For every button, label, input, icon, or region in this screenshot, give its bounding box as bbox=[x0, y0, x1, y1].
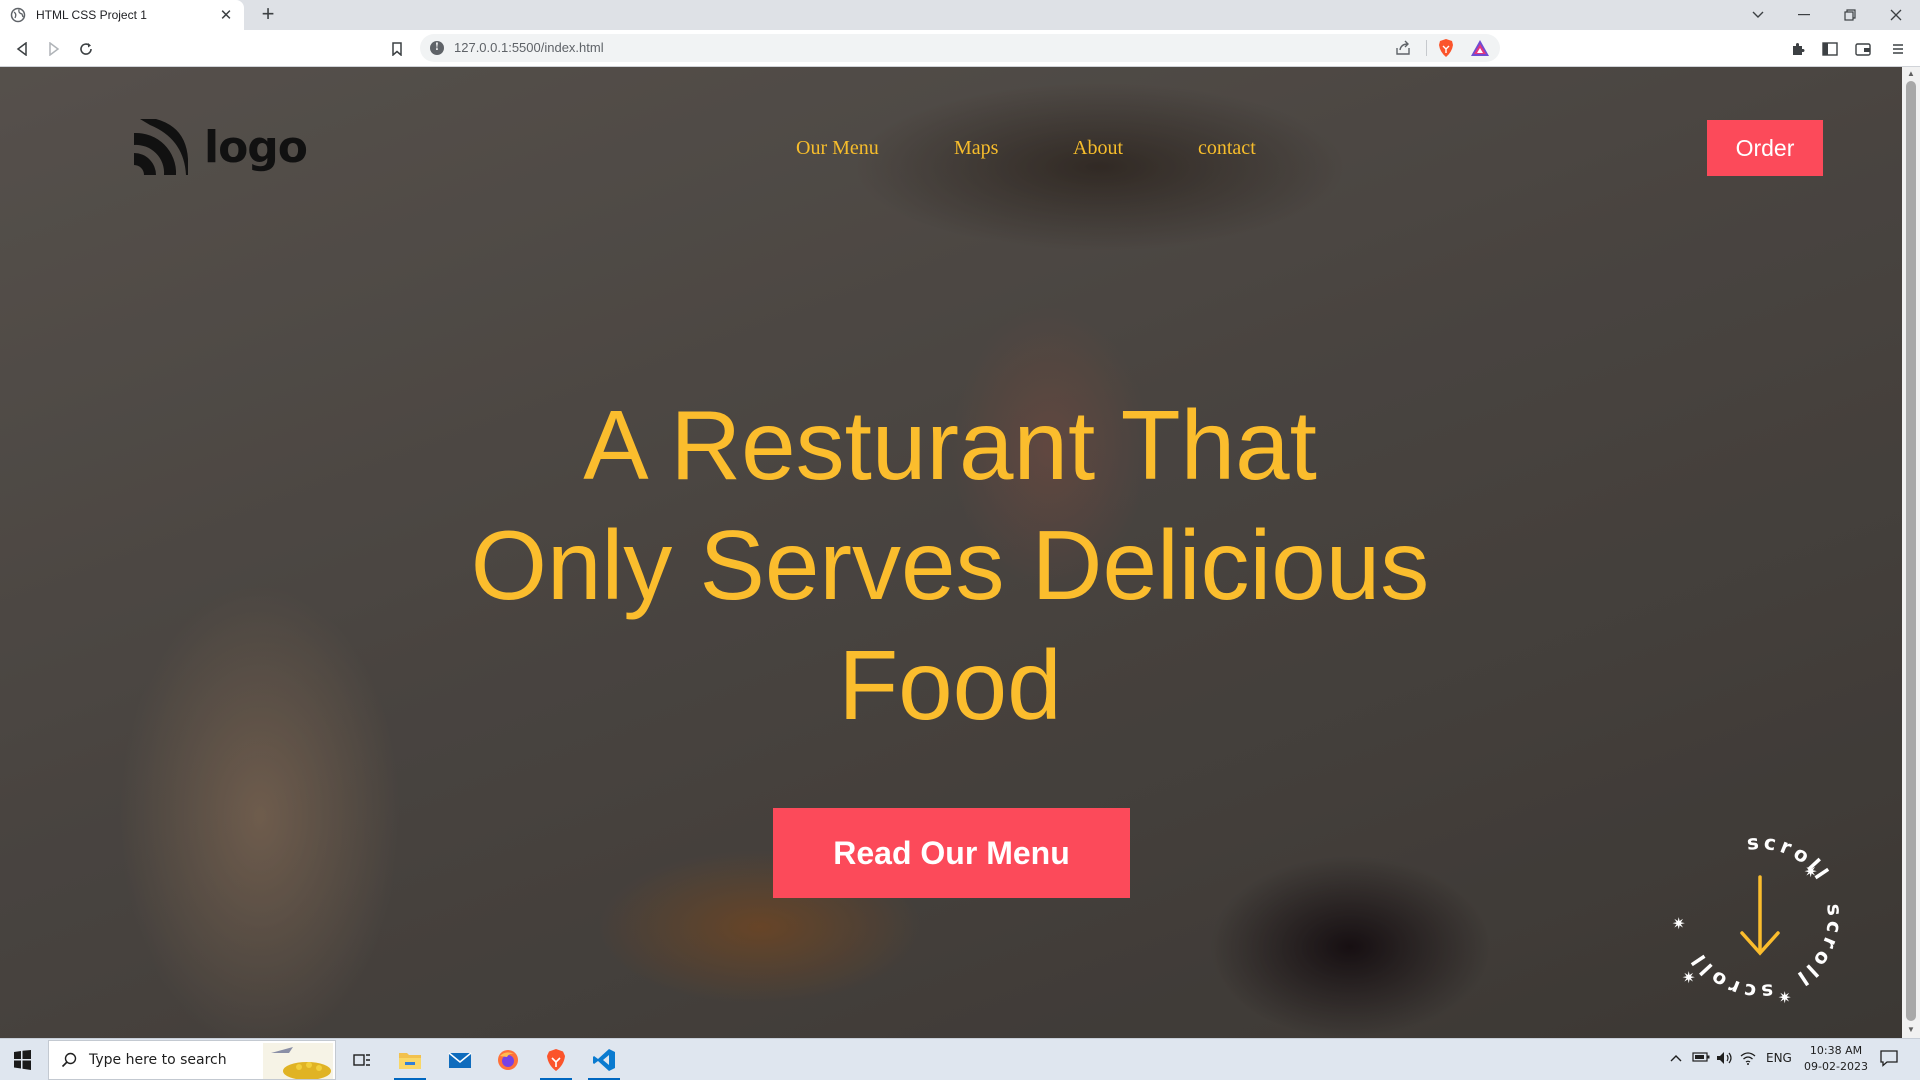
scroll-badge-text: scroll bbox=[1684, 947, 1770, 1004]
volume-icon[interactable] bbox=[1716, 1051, 1734, 1068]
address-bar-divider bbox=[1426, 40, 1427, 56]
reload-icon[interactable] bbox=[75, 38, 97, 60]
share-icon[interactable] bbox=[1394, 39, 1412, 57]
browser-tab-strip: HTML CSS Project 1 ✕ + bbox=[0, 0, 1920, 30]
search-placeholder: Type here to search bbox=[89, 1052, 227, 1068]
show-hidden-icons-chevron-icon[interactable] bbox=[1670, 1051, 1682, 1065]
bookmark-icon[interactable] bbox=[386, 38, 408, 60]
mail-icon[interactable] bbox=[438, 1042, 482, 1078]
arrow-down-icon bbox=[1740, 875, 1780, 956]
order-button[interactable]: Order bbox=[1707, 120, 1823, 176]
close-window-icon[interactable] bbox=[1874, 0, 1918, 30]
brave-browser-icon[interactable] bbox=[534, 1042, 578, 1080]
hero-line: A Resturant That bbox=[583, 390, 1317, 500]
logo-text: logo bbox=[204, 121, 308, 173]
nav-link-about[interactable]: About bbox=[1073, 137, 1123, 160]
nav-link-our-menu[interactable]: Our Menu bbox=[796, 137, 879, 160]
vscode-icon[interactable] bbox=[582, 1042, 626, 1080]
file-explorer-icon[interactable] bbox=[388, 1042, 432, 1080]
clock-date: 09-02-2023 bbox=[1804, 1060, 1868, 1073]
extensions-icon[interactable] bbox=[1787, 38, 1809, 60]
svg-text:scroll: scroll bbox=[1684, 947, 1774, 1004]
sidebar-icon[interactable] bbox=[1819, 38, 1841, 60]
menu-icon[interactable] bbox=[1887, 38, 1909, 60]
hero-line: Food bbox=[838, 630, 1062, 740]
windows-taskbar: Type here to search ENG 10:38 AM 09-02-2… bbox=[0, 1038, 1920, 1080]
tab-title: HTML CSS Project 1 bbox=[36, 8, 147, 22]
taskbar-clock[interactable]: 10:38 AM 09-02-2023 bbox=[1794, 1043, 1878, 1075]
forward-icon[interactable] bbox=[43, 38, 65, 60]
task-view-icon[interactable] bbox=[340, 1042, 384, 1078]
search-highlight-illustration bbox=[263, 1043, 333, 1079]
svg-text:✷: ✷ bbox=[1682, 968, 1695, 987]
battery-icon[interactable] bbox=[1692, 1051, 1710, 1065]
svg-text:✷: ✷ bbox=[1672, 914, 1685, 933]
notifications-icon[interactable] bbox=[1880, 1049, 1898, 1070]
globe-icon bbox=[10, 7, 26, 23]
firefox-icon[interactable] bbox=[486, 1042, 530, 1078]
page-viewport: logo Our Menu Maps About contact Order A… bbox=[0, 67, 1902, 1038]
svg-text:scroll: scroll bbox=[1790, 903, 1847, 993]
nav-link-maps[interactable]: Maps bbox=[954, 137, 998, 160]
svg-text:✷: ✷ bbox=[1804, 862, 1817, 881]
taskbar-search-box[interactable]: Type here to search bbox=[48, 1040, 336, 1080]
url-text[interactable]: 127.0.0.1:5500/index.html bbox=[454, 40, 604, 55]
scrollbar-thumb[interactable] bbox=[1906, 81, 1916, 1021]
brave-shields-icon[interactable] bbox=[1436, 38, 1456, 58]
read-our-menu-button[interactable]: Read Our Menu bbox=[773, 808, 1130, 898]
minimize-icon[interactable] bbox=[1782, 0, 1826, 30]
browser-toolbar: ! 127.0.0.1:5500/index.html bbox=[0, 30, 1920, 67]
back-icon[interactable] bbox=[11, 38, 33, 60]
restore-icon[interactable] bbox=[1828, 0, 1872, 30]
scroll-indicator-badge[interactable]: scroll scroll scroll ✷ ✷ ✷ ✷ bbox=[1670, 827, 1850, 1007]
wifi-icon[interactable] bbox=[1740, 1051, 1756, 1068]
tab-search-chevron-icon[interactable] bbox=[1736, 0, 1780, 30]
clock-time: 10:38 AM bbox=[1809, 1044, 1863, 1057]
scroll-badge-text: scroll bbox=[1790, 903, 1843, 993]
site-logo[interactable]: logo bbox=[128, 117, 308, 177]
scroll-up-arrow-icon[interactable]: ▲ bbox=[1906, 69, 1916, 78]
hero-line: Only Serves Delicious bbox=[470, 510, 1430, 620]
hero-heading: A Resturant That Only Serves Delicious F… bbox=[400, 385, 1500, 745]
new-tab-button[interactable]: + bbox=[256, 3, 280, 27]
site-info-icon[interactable]: ! bbox=[430, 41, 444, 55]
scroll-down-arrow-icon[interactable]: ▼ bbox=[1906, 1025, 1916, 1034]
input-language[interactable]: ENG bbox=[1766, 1051, 1792, 1065]
address-bar[interactable]: ! 127.0.0.1:5500/index.html bbox=[420, 34, 1500, 62]
search-icon bbox=[61, 1052, 77, 1068]
brave-rewards-icon[interactable] bbox=[1470, 39, 1490, 57]
browser-tab[interactable]: HTML CSS Project 1 ✕ bbox=[0, 0, 244, 30]
logo-mark-icon bbox=[134, 119, 188, 175]
windows-start-icon[interactable] bbox=[8, 1049, 36, 1071]
nav-link-contact[interactable]: contact bbox=[1198, 137, 1256, 160]
page-scrollbar[interactable]: ▲ ▼ bbox=[1902, 67, 1920, 1038]
wallet-icon[interactable] bbox=[1852, 38, 1874, 60]
close-tab-icon[interactable]: ✕ bbox=[218, 6, 234, 24]
svg-text:✷: ✷ bbox=[1778, 988, 1791, 1007]
